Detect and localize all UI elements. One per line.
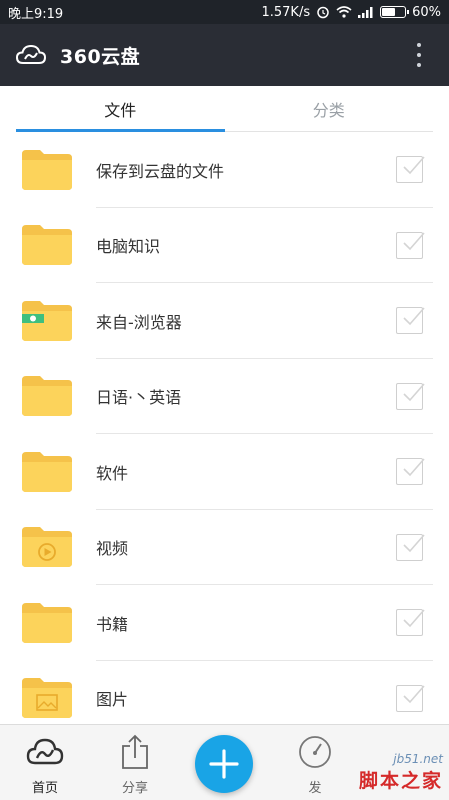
file-name: 电脑知识 — [96, 237, 161, 257]
nav-discover-label: 发 — [308, 781, 322, 796]
network-speed: 1.57K/s — [261, 4, 311, 20]
file-name: 软件 — [96, 463, 129, 483]
cloud-icon — [16, 44, 46, 66]
select-checkbox[interactable] — [396, 533, 425, 561]
more-vert-icon[interactable] — [407, 40, 431, 70]
battery-icon — [380, 6, 410, 18]
select-checkbox[interactable] — [396, 684, 425, 712]
select-checkbox[interactable] — [396, 458, 425, 486]
browser-folder-icon — [22, 300, 72, 341]
file-list: 保存到云盘的文件 电脑知识 来自-浏览器 日语·丶英语 软件 视频 书籍 图片 — [0, 132, 449, 736]
image-folder-icon — [22, 678, 72, 719]
wifi-icon — [336, 6, 352, 18]
battery-level — [382, 8, 396, 16]
watermark-text: 脚本之家 — [358, 770, 443, 792]
folder-icon — [22, 602, 72, 643]
nav-share[interactable]: 分享 — [100, 733, 170, 797]
cloud-icon — [25, 733, 65, 771]
select-checkbox[interactable] — [396, 307, 425, 335]
compass-icon — [295, 733, 335, 771]
file-name: 视频 — [96, 539, 129, 559]
file-name: 日语·丶英语 — [96, 388, 182, 408]
select-checkbox[interactable] — [396, 156, 425, 184]
select-checkbox[interactable] — [396, 609, 425, 637]
list-item[interactable]: 视频 — [0, 510, 449, 586]
list-item[interactable]: 保存到云盘的文件 — [0, 132, 449, 208]
watermark-url: jb51.net — [393, 752, 443, 766]
list-item[interactable]: 软件 — [0, 434, 449, 510]
app-title: 360云盘 — [60, 45, 141, 68]
select-checkbox[interactable] — [396, 382, 425, 410]
select-checkbox[interactable] — [396, 231, 425, 259]
plus-icon — [209, 749, 239, 779]
file-name: 保存到云盘的文件 — [96, 161, 225, 181]
nav-discover[interactable]: 发 — [280, 733, 350, 797]
folder-icon — [22, 149, 72, 190]
nav-share-label: 分享 — [121, 781, 148, 796]
tab-bar: 文件 分类 — [16, 86, 433, 132]
add-button[interactable] — [195, 735, 253, 793]
status-indicators: 1.57K/s 60% — [261, 5, 441, 20]
file-name: 来自-浏览器 — [96, 312, 182, 332]
share-icon — [115, 733, 155, 771]
file-name: 书籍 — [96, 614, 129, 634]
tab-categories[interactable]: 分类 — [225, 86, 434, 131]
list-item[interactable]: 日语·丶英语 — [0, 359, 449, 435]
tab-files[interactable]: 文件 — [16, 86, 225, 132]
signal-icon — [358, 6, 374, 18]
list-item[interactable]: 书籍 — [0, 585, 449, 661]
file-name: 图片 — [96, 690, 129, 710]
alarm-icon — [316, 5, 330, 19]
video-folder-icon — [22, 527, 72, 568]
battery-percent: 60% — [412, 4, 441, 20]
nav-home-label: 首页 — [31, 781, 58, 796]
status-bar: 晚上9:19 1.57K/s 60% — [0, 0, 449, 24]
folder-icon — [22, 376, 72, 417]
watermark: jb51.net 脚本之家 — [359, 752, 443, 793]
nav-home[interactable]: 首页 — [10, 733, 80, 797]
list-item[interactable]: 电脑知识 — [0, 208, 449, 284]
app-bar: 360云盘 — [0, 24, 449, 86]
list-item[interactable]: 来自-浏览器 — [0, 283, 449, 359]
folder-icon — [22, 451, 72, 492]
folder-icon — [22, 225, 72, 266]
status-time: 晚上9:19 — [8, 6, 64, 22]
